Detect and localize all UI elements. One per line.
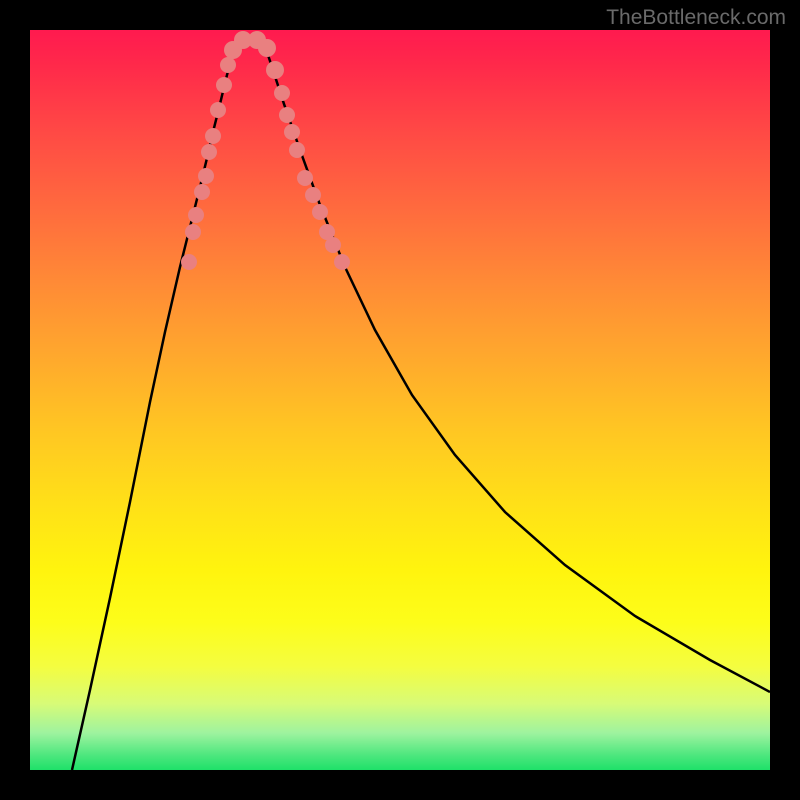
data-point [289,142,305,158]
chart-svg [30,30,770,770]
data-markers [181,31,350,270]
data-point [266,61,284,79]
data-point [258,39,276,57]
data-point [216,77,232,93]
data-point [312,204,328,220]
data-point [210,102,226,118]
data-point [325,237,341,253]
data-point [181,254,197,270]
data-point [305,187,321,203]
curve-right-curve [263,40,770,692]
data-point [201,144,217,160]
data-point [185,224,201,240]
data-point [297,170,313,186]
data-point [188,207,204,223]
data-point [274,85,290,101]
data-point [198,168,214,184]
curve-lines [72,40,770,770]
data-point [284,124,300,140]
data-point [205,128,221,144]
data-point [334,254,350,270]
chart-plot-area [30,30,770,770]
watermark-text: TheBottleneck.com [606,6,786,30]
data-point [194,184,210,200]
data-point [279,107,295,123]
data-point [220,57,236,73]
